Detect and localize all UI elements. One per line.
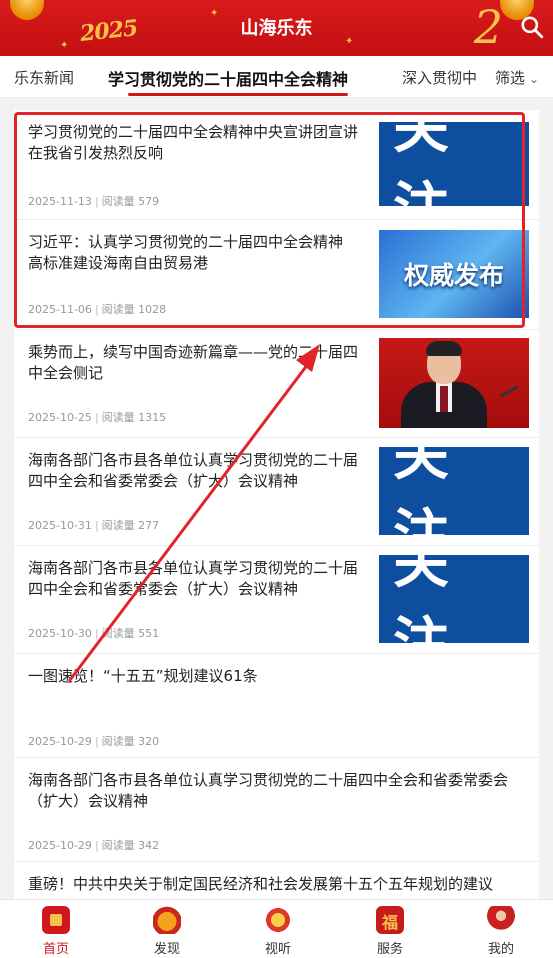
nav-label: 服务 xyxy=(376,942,403,957)
sparkle-decoration: ✦ xyxy=(60,40,69,51)
nav-discover[interactable]: 发现 xyxy=(127,906,207,957)
article-item[interactable]: 海南各部门各市县各单位认真学习贯彻党的二十届四中全会和省委常委会（扩大）会议精神… xyxy=(14,758,539,862)
article-thumbnail: 关注 xyxy=(379,555,529,643)
tab-local-news[interactable]: 乐东新闻 xyxy=(14,67,74,88)
read-count-label: 阅读量 xyxy=(101,627,135,640)
article-meta: 2025-10-25 | 阅读量 1315 xyxy=(28,411,167,424)
profile-icon xyxy=(487,906,515,934)
article-meta: 2025-10-31 | 阅读量 277 xyxy=(28,519,160,532)
article-date: 2025-10-31 xyxy=(28,519,92,532)
article-date: 2025-10-29 xyxy=(28,839,92,852)
read-count-label: 阅读量 xyxy=(101,411,135,424)
nav-watch[interactable]: 视听 xyxy=(238,906,318,957)
article-item[interactable]: 乘势而上，续写中国奇迹新篇章——党的二十届四中全会侧记 2025-10-25 | 阅… xyxy=(14,330,539,438)
home-icon xyxy=(42,906,70,934)
drum-icon xyxy=(153,906,181,934)
article-thumbnail: 关注 xyxy=(379,447,529,535)
read-count: 551 xyxy=(138,627,160,640)
nav-mine[interactable]: 我的 xyxy=(461,906,541,957)
nav-service[interactable]: 服务 xyxy=(350,906,430,957)
thumbnail-text: 关注 xyxy=(393,447,463,535)
read-count-label: 阅读量 xyxy=(101,839,135,852)
nav-home[interactable]: 首页 xyxy=(16,906,96,957)
article-title: 海南各部门各市县各单位认真学习贯彻党的二十届四中全会和省委常委会（扩大）会议精神 xyxy=(28,771,509,810)
snake-decoration: 2 xyxy=(473,0,503,54)
article-meta: 2025-10-29 | 阅读量 320 xyxy=(28,735,160,748)
thumbnail-text: 关注 xyxy=(393,555,463,643)
app-header: ✦ ✦ ✦ 2025 山海乐东 2 xyxy=(0,0,553,56)
article-title: 一图速览！“十五五”规划建议61条 xyxy=(28,667,258,685)
app-title: 山海乐东 xyxy=(240,18,313,39)
article-title: 海南各部门各市县各单位认真学习贯彻党的二十届四中全会和省委常委会（扩大）会议精神 xyxy=(28,559,359,598)
read-count: 1315 xyxy=(138,411,167,424)
nav-label: 视听 xyxy=(264,942,291,957)
read-count-label: 阅读量 xyxy=(101,735,135,748)
article-thumbnail-photo xyxy=(379,338,529,428)
photo-tie xyxy=(440,386,448,412)
search-icon[interactable] xyxy=(519,14,545,40)
tab-deep-study[interactable]: 深入贯彻中 xyxy=(402,67,477,88)
read-count-label: 阅读量 xyxy=(101,519,135,532)
read-count: 342 xyxy=(138,839,160,852)
article-title: 重磅！中共中央关于制定国民经济和社会发展第十五个五年规划的建议 xyxy=(28,875,494,893)
lion-dance-icon xyxy=(264,906,292,934)
nav-label: 我的 xyxy=(487,942,514,957)
fu-icon xyxy=(376,906,404,934)
photo-microphone xyxy=(499,385,519,398)
filter-label: 筛选 xyxy=(495,69,526,87)
article-item[interactable]: 海南各部门各市县各单位认真学习贯彻党的二十届四中全会和省委常委会（扩大）会议精神… xyxy=(14,438,539,546)
article-date: 2025-10-25 xyxy=(28,411,92,424)
article-meta: 2025-10-29 | 阅读量 342 xyxy=(28,839,160,852)
read-count: 277 xyxy=(138,519,160,532)
tab-plenum-spirit[interactable]: 学习贯彻党的二十届四中全会精神 xyxy=(108,66,348,90)
active-tab-indicator xyxy=(128,93,348,96)
annotation-highlight-box xyxy=(14,112,525,328)
article-title: 乘势而上，续写中国奇迹新篇章——党的二十届四中全会侧记 xyxy=(28,343,359,382)
nav-label: 发现 xyxy=(153,942,180,957)
article-meta: 2025-10-30 | 阅读量 551 xyxy=(28,627,160,640)
photo-hair xyxy=(426,341,462,356)
article-item[interactable]: 一图速览！“十五五”规划建议61条 2025-10-29 | 阅读量 320 xyxy=(14,654,539,758)
article-date: 2025-10-30 xyxy=(28,627,92,640)
bottom-nav: 首页 发现 视听 服务 我的 xyxy=(0,899,553,958)
article-date: 2025-10-29 xyxy=(28,735,92,748)
channel-tabs: 乐东新闻 学习贯彻党的二十届四中全会精神 深入贯彻中 筛选 ⌄ xyxy=(0,56,553,98)
filter-button[interactable]: 筛选 ⌄ xyxy=(495,67,539,88)
article-item[interactable]: 海南各部门各市县各单位认真学习贯彻党的二十届四中全会和省委常委会（扩大）会议精神… xyxy=(14,546,539,654)
article-item[interactable]: 重磅！中共中央关于制定国民经济和社会发展第十五个五年规划的建议 xyxy=(14,862,539,899)
chevron-down-icon: ⌄ xyxy=(529,72,540,86)
read-count: 320 xyxy=(138,735,160,748)
nav-label: 首页 xyxy=(42,942,69,957)
article-title: 海南各部门各市县各单位认真学习贯彻党的二十届四中全会和省委常委会（扩大）会议精神 xyxy=(28,451,359,490)
